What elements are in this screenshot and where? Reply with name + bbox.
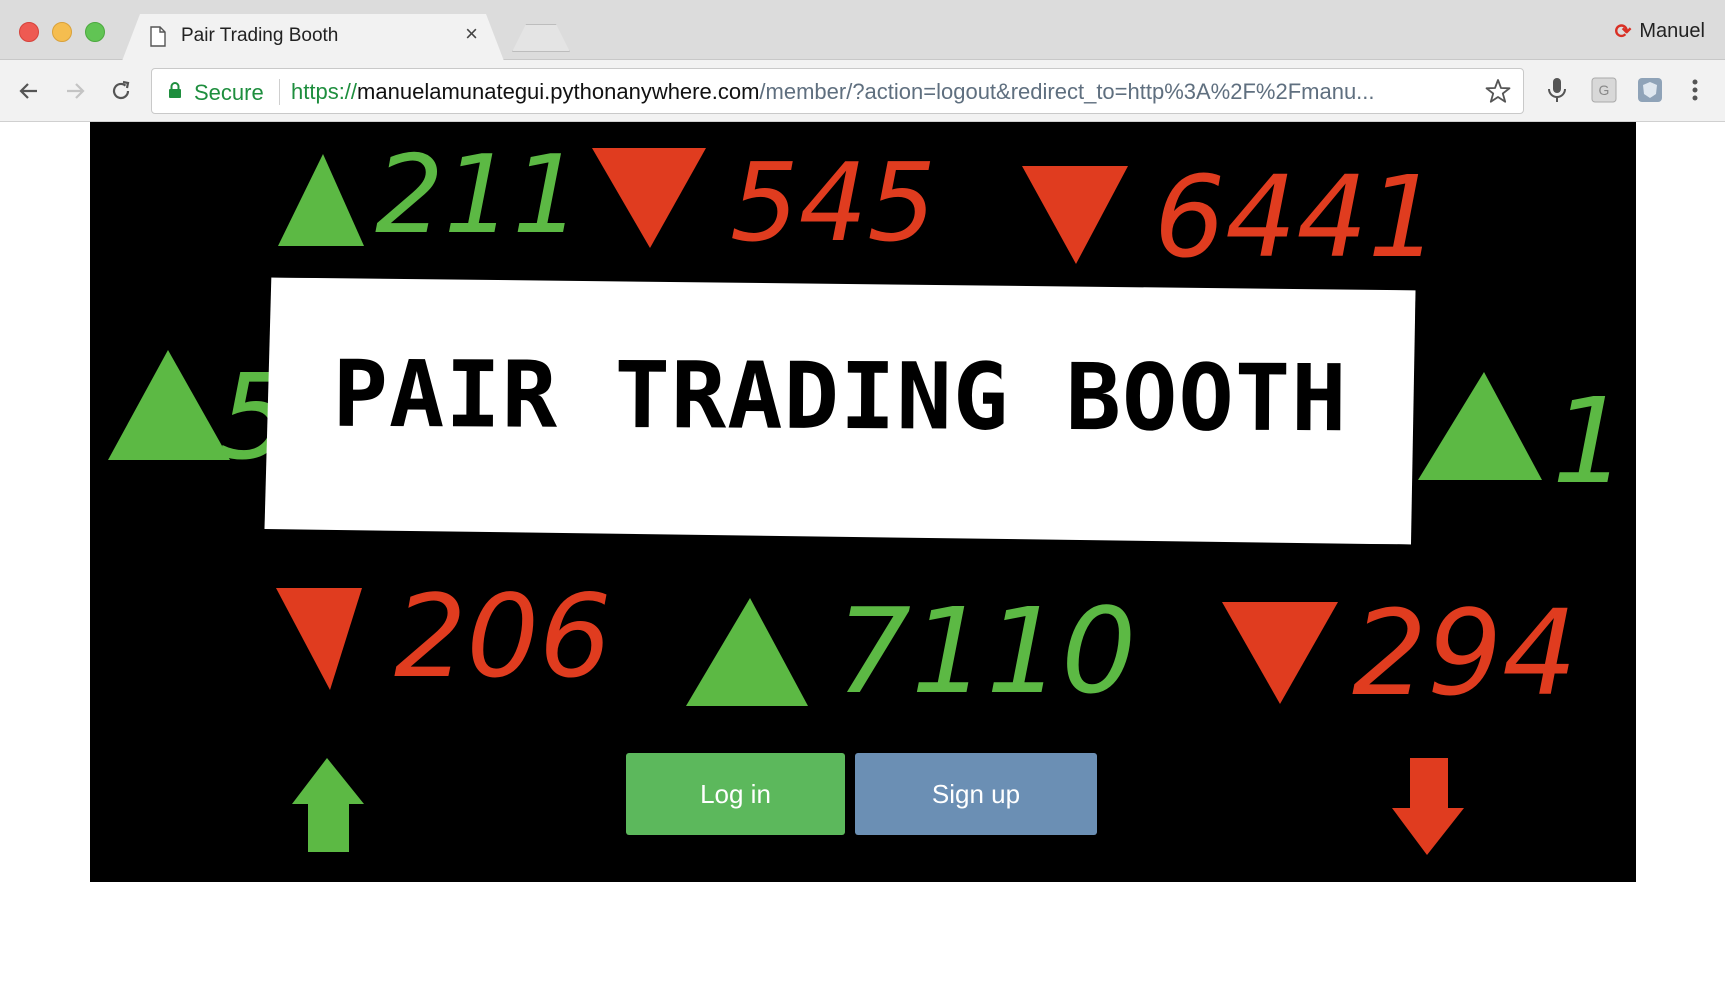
title-card: PAIR TRADING BOOTH (264, 277, 1415, 544)
reload-icon (112, 80, 130, 100)
secure-label: Secure (194, 80, 264, 105)
profile-button[interactable]: ⟳ Manuel (1615, 19, 1705, 44)
url-host: manuelamunategui.pythonanywhere.com (357, 79, 760, 104)
ticker-value: 6441 (1154, 153, 1439, 283)
ticker-up-triangle-icon (1418, 372, 1542, 480)
hero-banner: 211 545 6441 5 1 206 7110 294 PAIR TRADI… (90, 122, 1636, 882)
ticker-down-triangle-icon (1022, 166, 1128, 264)
profile-sync-icon: ⟳ (1614, 21, 1632, 43)
ticker-value: 294 (1352, 584, 1577, 722)
window-close-button[interactable] (19, 22, 39, 42)
ticker-up-triangle-icon (686, 598, 808, 706)
extension-shield-icon[interactable] (1636, 76, 1664, 104)
ticker-value: 545 (730, 141, 936, 266)
up-arrow-icon (292, 758, 364, 852)
profile-name: Manuel (1639, 20, 1705, 42)
star-icon[interactable] (1485, 78, 1511, 104)
forward-button[interactable] (58, 74, 92, 108)
omnibox-divider (279, 79, 280, 105)
window-maximize-button[interactable] (85, 22, 105, 42)
menu-icon[interactable] (1681, 76, 1709, 104)
login-button[interactable]: Log in (626, 753, 845, 835)
ticker-value: 211 (375, 133, 581, 258)
signup-button[interactable]: Sign up (855, 753, 1097, 835)
back-button[interactable] (12, 74, 46, 108)
ticker-down-triangle-icon (592, 148, 706, 248)
reload-button[interactable] (104, 74, 138, 108)
browser-tab[interactable]: Pair Trading Booth × (122, 14, 504, 61)
page-title: PAIR TRADING BOOTH (332, 340, 1348, 452)
ticker-down-triangle-icon (1222, 602, 1338, 704)
document-icon (150, 26, 166, 47)
ticker-value: 206 (394, 570, 612, 703)
lock-icon (169, 82, 181, 98)
browser-toolbar: Secure https://manuelamunategui.pythonan… (0, 60, 1725, 122)
ticker-value: 1 (1552, 372, 1627, 510)
svg-text:G: G (1599, 82, 1610, 98)
extension-g-icon[interactable]: G (1590, 76, 1618, 104)
tab-title: Pair Trading Booth (181, 25, 339, 46)
url-path: /member/?action=logout&redirect_to=http%… (759, 79, 1375, 104)
down-arrow-icon (1392, 758, 1464, 855)
ticker-up-triangle-icon (278, 154, 364, 246)
ticker-up-triangle-icon (108, 350, 230, 460)
window-minimize-button[interactable] (52, 22, 72, 42)
microphone-icon[interactable] (1543, 76, 1571, 104)
new-tab-button[interactable] (512, 24, 570, 52)
tab-strip: Pair Trading Booth × ⟳ Manuel (0, 0, 1725, 60)
forward-arrow-icon (67, 83, 85, 99)
address-bar[interactable]: Secure https://manuelamunategui.pythonan… (151, 68, 1524, 114)
url-scheme: https:// (291, 79, 358, 104)
close-icon[interactable]: × (465, 23, 478, 45)
ticker-down-triangle-icon (276, 588, 362, 690)
back-arrow-icon (19, 83, 37, 99)
url-text[interactable]: https://manuelamunategui.pythonanywhere.… (291, 79, 1471, 105)
ticker-value: 7110 (836, 582, 1136, 720)
